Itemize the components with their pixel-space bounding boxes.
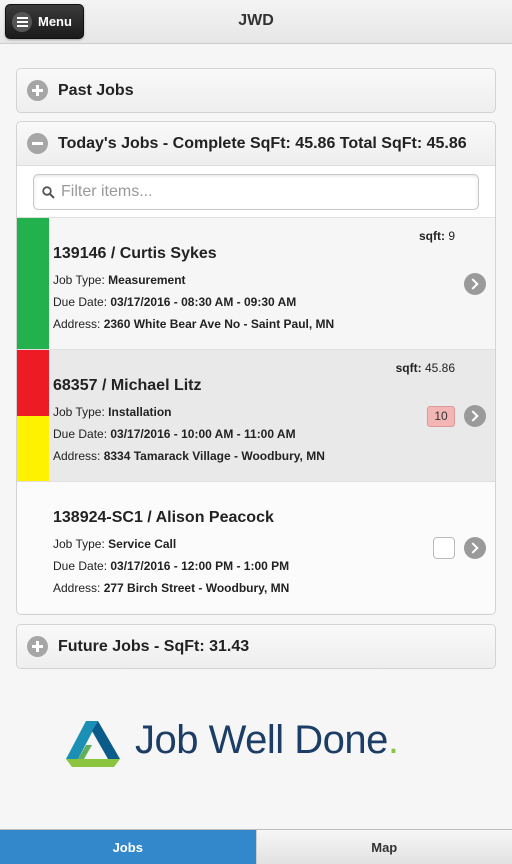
- status-color-yellow: [17, 416, 49, 482]
- todays-jobs-header[interactable]: Today's Jobs - Complete SqFt: 45.86 Tota…: [17, 122, 495, 165]
- complete-checkbox[interactable]: [433, 537, 455, 559]
- job-type: Job Type: Measurement: [53, 273, 186, 287]
- future-jobs-label: Future Jobs - SqFt: 31.43: [58, 637, 250, 655]
- past-jobs-header[interactable]: Past Jobs: [17, 69, 495, 112]
- job-item[interactable]: 138924-SC1 / Alison Peacock Job Type: Se…: [17, 481, 495, 613]
- job-type: Job Type: Installation: [53, 405, 172, 419]
- triangle-logo-icon: [66, 721, 120, 767]
- status-bar: [17, 350, 49, 482]
- footer-nav: Jobs Map: [0, 829, 512, 864]
- tab-map[interactable]: Map: [255, 830, 512, 864]
- minus-icon: [27, 133, 48, 154]
- job-well-done-logo: Job Well Done.: [64, 718, 464, 770]
- past-jobs-label: Past Jobs: [58, 81, 134, 99]
- logo-text: Job Well Done.: [135, 718, 399, 762]
- job-title: 138924-SC1 / Alison Peacock: [53, 509, 274, 526]
- count-badge: 10: [427, 406, 455, 427]
- job-title: 139146 / Curtis Sykes: [53, 245, 217, 262]
- header-bar: Menu JWD: [0, 0, 512, 44]
- address: Address: 2360 White Bear Ave No - Saint …: [53, 317, 335, 331]
- plus-icon: [27, 80, 48, 101]
- plus-icon: [27, 636, 48, 657]
- tab-jobs[interactable]: Jobs: [0, 830, 256, 864]
- job-type: Job Type: Service Call: [53, 537, 177, 551]
- search-icon: [42, 185, 55, 199]
- chevron-right-icon[interactable]: [464, 405, 486, 427]
- due-date: Due Date: 03/17/2016 - 10:00 AM - 11:00 …: [53, 427, 296, 441]
- address: Address: 8334 Tamarack Village - Woodbur…: [53, 449, 325, 463]
- filter-field: [33, 174, 479, 210]
- filter-bar: [17, 165, 495, 217]
- chevron-right-icon[interactable]: [464, 273, 486, 295]
- chevron-right-icon[interactable]: [464, 537, 486, 559]
- sqft-value: sqft: 9: [418, 229, 455, 243]
- page-title: JWD: [238, 12, 274, 29]
- job-item[interactable]: sqft: 9 139146 / Curtis Sykes Job Type: …: [17, 217, 495, 350]
- due-date: Due Date: 03/17/2016 - 12:00 PM - 1:00 P…: [53, 559, 290, 573]
- status-color-red: [17, 350, 49, 416]
- future-jobs-panel: Future Jobs - SqFt: 31.43: [16, 624, 496, 669]
- filter-input[interactable]: [61, 183, 441, 201]
- job-item[interactable]: sqft: 45.86 68357 / Michael Litz Job Typ…: [17, 349, 495, 482]
- sqft-value: sqft: 45.86: [395, 361, 455, 375]
- status-bar: [17, 218, 49, 350]
- status-color-green: [17, 218, 49, 350]
- job-list: sqft: 9 139146 / Curtis Sykes Job Type: …: [17, 217, 495, 613]
- todays-jobs-label: Today's Jobs - Complete SqFt: 45.86 Tota…: [58, 134, 467, 152]
- job-title: 68357 / Michael Litz: [53, 377, 202, 394]
- past-jobs-panel: Past Jobs: [16, 68, 496, 113]
- due-date: Due Date: 03/17/2016 - 08:30 AM - 09:30 …: [53, 295, 297, 309]
- todays-jobs-panel: Today's Jobs - Complete SqFt: 45.86 Tota…: [16, 121, 496, 615]
- future-jobs-header[interactable]: Future Jobs - SqFt: 31.43: [17, 625, 495, 668]
- address: Address: 277 Birch Street - Woodbury, MN: [53, 581, 290, 595]
